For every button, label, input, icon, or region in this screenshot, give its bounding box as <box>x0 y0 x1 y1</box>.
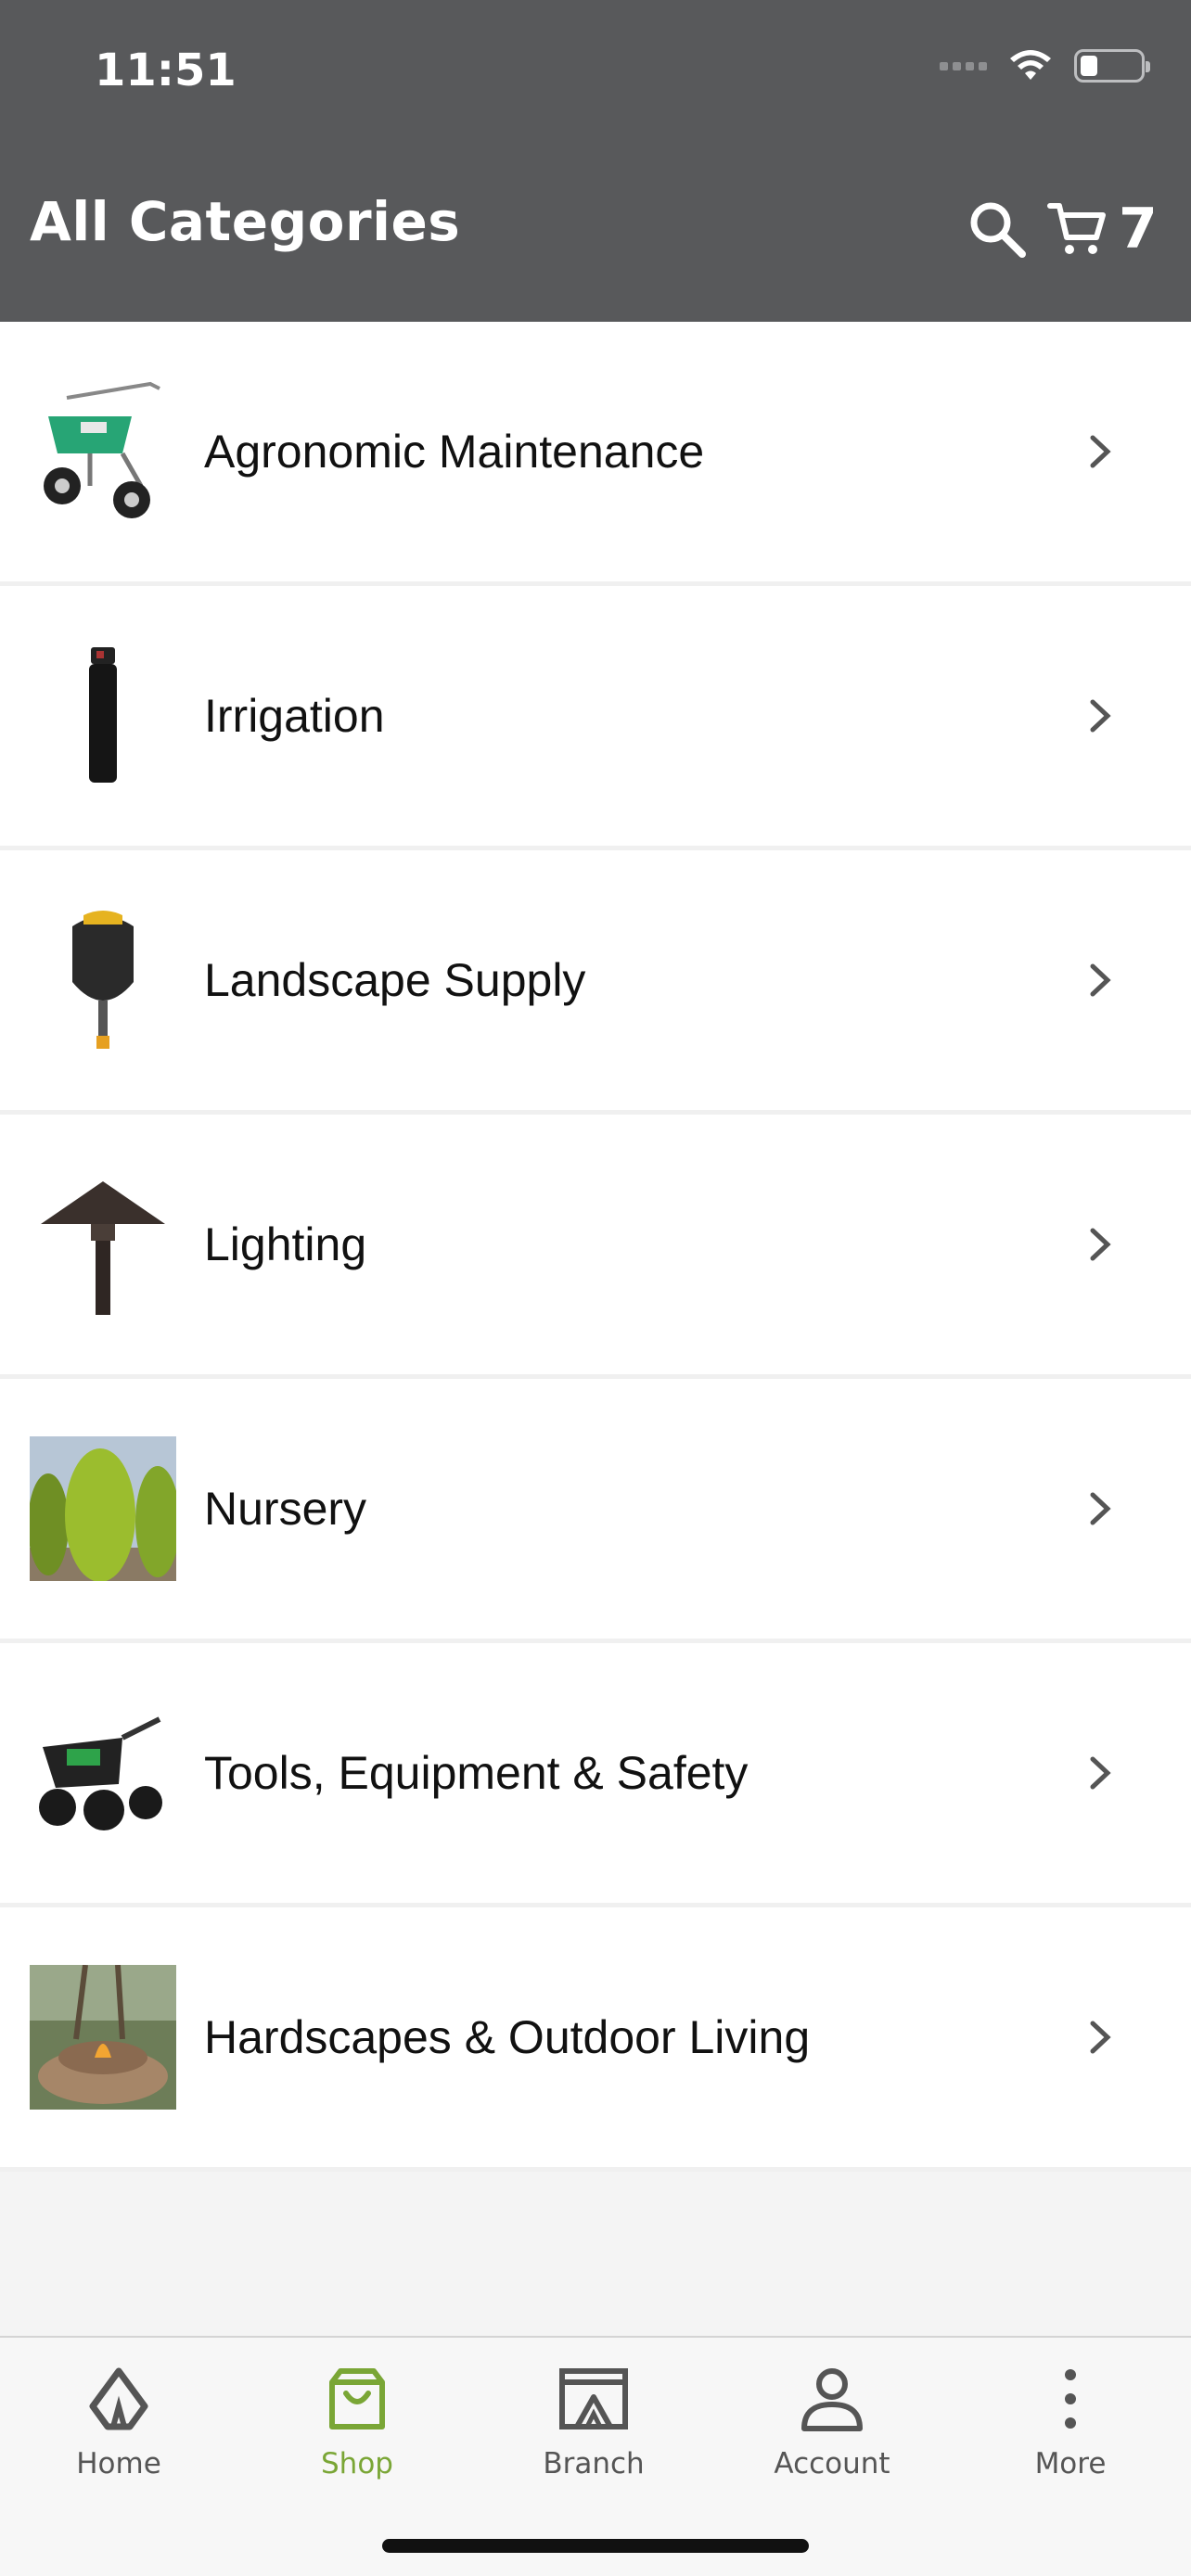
nav-shop[interactable]: Shop <box>264 2366 450 2505</box>
category-label: Irrigation <box>204 690 385 742</box>
category-list: Agronomic Maintenance Irrigation Landsca… <box>0 322 1191 2172</box>
category-label: Nursery <box>204 1483 367 1535</box>
nav-account[interactable]: Account <box>739 2366 925 2505</box>
chevron-right-icon <box>1090 1228 1111 1261</box>
cart-icon <box>1047 203 1106 254</box>
chevron-right-icon <box>1090 1756 1111 1790</box>
wifi-icon <box>1010 50 1051 80</box>
chevron-right-icon <box>1090 1492 1111 1525</box>
category-row-lighting[interactable]: Lighting <box>0 1115 1191 1379</box>
category-row-tools-equipment-safety[interactable]: Tools, Equipment & Safety <box>0 1643 1191 1907</box>
search-button[interactable] <box>965 197 1030 261</box>
category-row-hardscapes-outdoor-living[interactable]: Hardscapes & Outdoor Living <box>0 1907 1191 2172</box>
user-icon <box>801 2368 863 2431</box>
cart-button[interactable]: 7 <box>1046 195 1185 263</box>
nav-more[interactable]: More <box>978 2366 1163 2505</box>
spreader-image <box>44 381 160 518</box>
chevron-right-icon <box>1090 435 1111 468</box>
shopping-bag-icon <box>329 2368 385 2429</box>
nav-label: Account <box>774 2447 890 2480</box>
category-row-agronomic-maintenance[interactable]: Agronomic Maintenance <box>0 322 1191 586</box>
category-row-landscape-supply[interactable]: Landscape Supply <box>0 850 1191 1115</box>
more-vertical-icon <box>1065 2369 1076 2429</box>
shovel-image <box>72 911 134 1049</box>
page-title: All Categories <box>30 190 461 253</box>
status-icons <box>940 48 1150 83</box>
category-label: Landscape Supply <box>204 954 586 1006</box>
nav-label: Branch <box>543 2447 645 2480</box>
chevron-right-icon <box>1090 699 1111 733</box>
category-row-nursery[interactable]: Nursery <box>0 1379 1191 1643</box>
cellular-signal-icon <box>940 61 987 70</box>
battery-icon <box>1074 49 1150 83</box>
chevron-right-icon <box>1090 2021 1111 2054</box>
category-label: Hardscapes & Outdoor Living <box>204 2011 811 2063</box>
cart-count-badge: 7 <box>1119 197 1158 261</box>
chevron-right-icon <box>1090 963 1111 997</box>
fire-pit-image <box>30 1965 176 2110</box>
home-icon <box>89 2367 148 2430</box>
nav-label: More <box>1034 2447 1107 2480</box>
home-indicator <box>382 2539 809 2553</box>
path-light-image <box>41 1181 165 1315</box>
search-icon <box>970 202 1026 258</box>
sprinkler-head-image <box>89 647 117 783</box>
nav-branch[interactable]: Branch <box>501 2366 686 2505</box>
branch-store-icon <box>559 2368 628 2429</box>
category-label: Lighting <box>204 1218 367 1270</box>
category-label: Agronomic Maintenance <box>204 426 705 478</box>
category-label: Tools, Equipment & Safety <box>204 1747 749 1799</box>
app-header: 11:51 All Categories 7 <box>0 0 1191 322</box>
power-wheelbarrow-image <box>39 1716 162 1830</box>
category-row-irrigation[interactable]: Irrigation <box>0 586 1191 850</box>
status-time: 11:51 <box>95 45 237 96</box>
nav-label: Shop <box>321 2447 393 2480</box>
nav-label: Home <box>76 2447 161 2480</box>
nav-home[interactable]: Home <box>26 2366 211 2505</box>
shrubs-image <box>30 1436 176 1581</box>
